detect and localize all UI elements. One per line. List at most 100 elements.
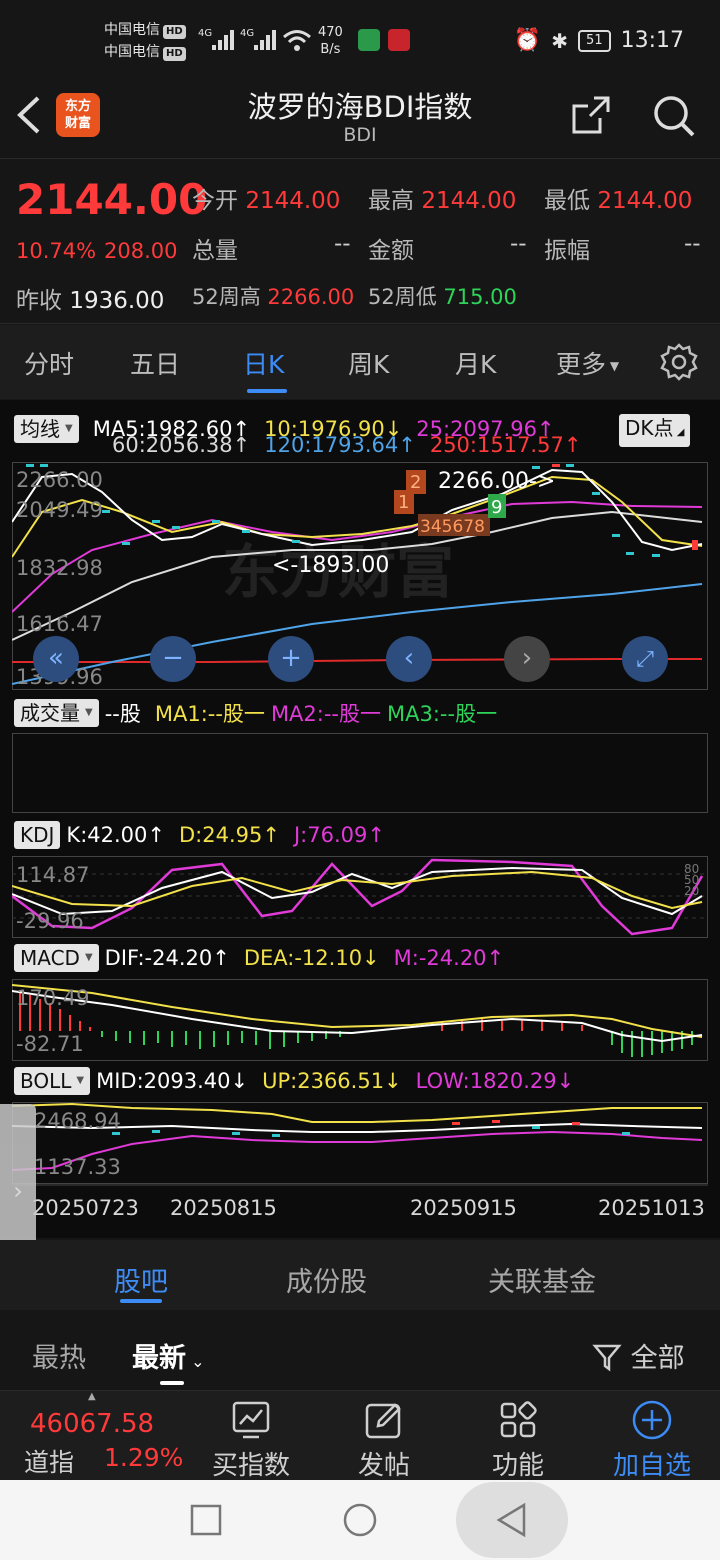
kdj-axis-top: 114.87: [16, 863, 90, 887]
chevron-right-icon: ›: [521, 643, 533, 673]
double-chevron-left-icon: «: [48, 643, 64, 673]
plus-circle-icon: [632, 1400, 672, 1440]
bank-app-icon: [388, 29, 410, 51]
date-label: 20250723: [32, 1196, 139, 1220]
boll-axis-top: 2468.94: [34, 1109, 121, 1133]
macd-chart: [12, 979, 708, 1061]
search-icon[interactable]: [652, 94, 696, 138]
kdj-right-marks: 80 50 20: [684, 863, 700, 898]
clock: 13:17: [620, 28, 684, 53]
volume-selector-button[interactable]: 成交量 ▼: [14, 699, 99, 727]
prev-close-value: 1936.00: [69, 288, 165, 314]
kline-chart[interactable]: 东方财富 1 2 345678 9 2266.00-> <-1893.00: [12, 462, 708, 690]
dow-value: 46067.58: [30, 1409, 155, 1439]
net-speed: 470 B/s: [318, 24, 343, 58]
signal-icon: [212, 30, 234, 50]
status-bar: 中国电信 HD 中国电信 HD 4G 4G 470 B/s ⏰ ✱ 51 13:17: [0, 0, 720, 80]
add-watchlist-button[interactable]: 加自选: [602, 1395, 702, 1482]
zoom-in-button[interactable]: +: [268, 636, 314, 682]
high-value: 2144.00: [421, 188, 517, 214]
boll-selector-button[interactable]: BOLL ▼: [14, 1067, 91, 1095]
functions-button[interactable]: 功能: [468, 1395, 568, 1482]
volume-panel: [12, 733, 708, 813]
low-value: 2144.00: [597, 188, 693, 214]
tab-daily-k[interactable]: 日K: [243, 345, 284, 381]
td-count-9: 9: [491, 497, 502, 518]
scroll-right-button[interactable]: ›: [504, 636, 550, 682]
ma60-value: 60:2056.38↑: [112, 433, 251, 457]
kdj-j: J:76.09↑: [293, 823, 385, 847]
tab-monthly-k[interactable]: 月K: [455, 345, 496, 381]
chevron-down-icon: ⌄: [186, 1352, 205, 1371]
kdj-axis-bottom: -29.96: [16, 909, 84, 933]
kdj-selector-button[interactable]: KDJ: [14, 821, 61, 849]
td-count-seq: 345678: [420, 517, 485, 537]
w52-low-field: 52周低 715.00: [368, 281, 517, 311]
tab-more[interactable]: 更多 ▼: [556, 345, 619, 381]
buy-index-button[interactable]: 买指数: [201, 1395, 301, 1482]
tab-intraday[interactable]: 分时: [24, 345, 74, 381]
expand-icon: ⤢: [636, 647, 654, 672]
tab-five-day[interactable]: 五日: [130, 345, 180, 381]
kdj-mark-20: 20: [684, 884, 700, 898]
filter-hottest[interactable]: 最热: [32, 1336, 86, 1375]
caret-up-icon: ▲: [88, 1391, 96, 1402]
tab-guba[interactable]: 股吧: [114, 1260, 168, 1299]
status-right: ⏰ ✱ 51 13:17: [514, 28, 684, 53]
fullscreen-button[interactable]: ⤢: [622, 636, 668, 682]
filter-icon: [592, 1344, 622, 1372]
plus-icon: +: [280, 643, 302, 673]
filter-all[interactable]: 全部: [592, 1336, 685, 1375]
tab-constituents[interactable]: 成份股: [286, 1260, 367, 1299]
caret-down-icon: ▼: [85, 707, 93, 718]
ma-selector-label: 均线: [20, 417, 60, 441]
carrier-2: 中国电信: [104, 44, 160, 60]
filter-latest-label: 最新: [132, 1343, 186, 1374]
macd-axis-top: 170.49: [16, 986, 90, 1010]
tab-more-label: 更多: [556, 350, 607, 379]
buy-index-label: 买指数: [211, 1451, 290, 1481]
amount-label: 金额: [368, 238, 414, 264]
network-type-1: 4G: [198, 28, 213, 39]
change-amount: 208.00: [104, 239, 178, 263]
scroll-far-left-button[interactable]: «: [33, 636, 79, 682]
date-axis-ticks: [12, 1184, 708, 1186]
share-icon[interactable]: [572, 96, 610, 134]
boll-legend: BOLL ▼ MID:2093.40↓ UP:2366.51↓ LOW:1820.…: [14, 1066, 574, 1096]
w52-low-label: 52周低: [368, 285, 437, 309]
tab-weekly-k[interactable]: 周K: [348, 345, 389, 381]
volume-legend: 成交量 ▼ --股 MA1:--股一 MA2:--股一 MA3:--股一: [14, 698, 497, 728]
kdj-k: K:42.00↑: [66, 823, 165, 847]
bottom-toolbar: ▲ 46067.58 道指 1.29% 买指数 发帖 功能 加自选: [0, 1390, 720, 1482]
w52-high-value: 2266.00: [267, 285, 355, 309]
active-tab-indicator: [120, 1299, 162, 1303]
zoom-out-button[interactable]: −: [150, 636, 196, 682]
page-subtitle: BDI: [343, 124, 377, 146]
tab-related-funds[interactable]: 关联基金: [488, 1260, 596, 1299]
hd-badge: HD: [163, 25, 186, 39]
home-icon[interactable]: [342, 1502, 378, 1538]
post-button[interactable]: 发帖: [334, 1395, 434, 1482]
dk-point-button[interactable]: DK点 ◢: [619, 414, 691, 447]
carrier-info: 中国电信 HD 中国电信 HD: [104, 19, 186, 63]
ma-selector-button[interactable]: 均线 ▼: [14, 415, 79, 443]
volume-value: --: [334, 231, 351, 257]
scroll-left-button[interactable]: ‹: [386, 636, 432, 682]
volume-label: 总量: [192, 238, 238, 264]
macd-selector-button[interactable]: MACD ▼: [14, 944, 99, 972]
boll-up: UP:2366.51↓: [262, 1069, 402, 1093]
recents-icon[interactable]: [190, 1504, 222, 1536]
back-triangle-icon[interactable]: [494, 1502, 530, 1538]
volume-ma1: MA1:--股一: [154, 702, 265, 726]
open-label: 今开: [192, 188, 238, 214]
gear-icon[interactable]: [660, 343, 698, 381]
price-axis-label: 2266.00: [16, 468, 103, 492]
td-count-1: 1: [398, 492, 409, 513]
price-axis-label: 2049.49: [16, 498, 103, 522]
macd-bars-red: [19, 991, 583, 1031]
macd-m: M:-24.20↑: [393, 946, 505, 970]
amount-value: --: [510, 231, 527, 257]
kdj-j-line: [12, 858, 704, 936]
content-tabs: 股吧 成份股 关联基金: [0, 1240, 720, 1310]
filter-latest[interactable]: 最新 ⌄: [132, 1336, 205, 1375]
